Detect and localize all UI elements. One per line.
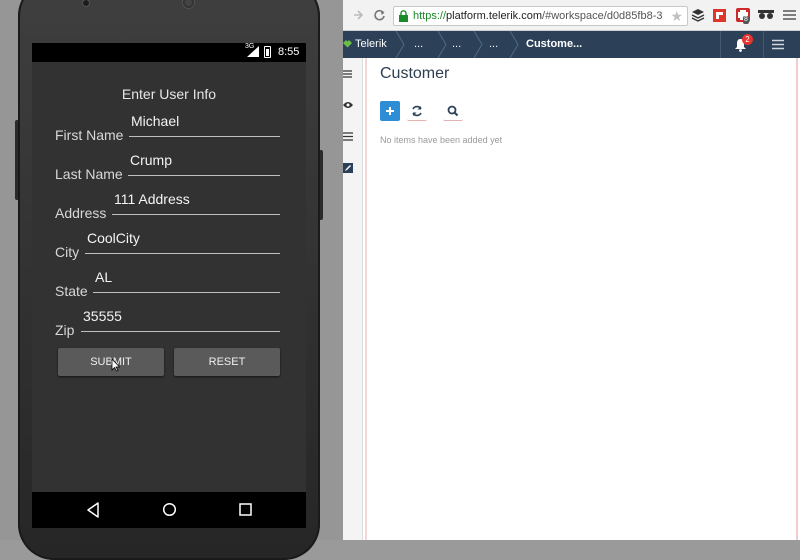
- back-icon[interactable]: [86, 502, 100, 518]
- panel-border: [365, 58, 367, 540]
- buffer-extension-icon[interactable]: [691, 8, 705, 23]
- earpiece-speaker: [182, 0, 195, 9]
- android-nav-bar: [32, 492, 306, 528]
- zip-input[interactable]: 35555: [81, 306, 280, 332]
- city-label: City: [55, 244, 80, 260]
- city-input[interactable]: CoolCity: [85, 228, 280, 254]
- emulator-area: 3G 8:55 Enter User Info First Name Micha…: [0, 0, 343, 560]
- status-time: 8:55: [278, 46, 300, 58]
- signal-icon: [247, 46, 259, 57]
- first-name-row: First Name Michael: [55, 113, 288, 143]
- extension-badge-count: 8: [743, 16, 749, 24]
- home-icon[interactable]: [162, 502, 177, 517]
- reload-icon[interactable]: [373, 9, 386, 22]
- hamburger-menu-icon[interactable]: [772, 39, 784, 50]
- breadcrumb-telerik[interactable]: Telerik: [355, 31, 387, 58]
- url-text: https://platform.telerik.com/#workspace/…: [413, 10, 663, 22]
- form-title: Enter User Info: [121, 86, 217, 102]
- list-icon[interactable]: [343, 132, 353, 141]
- last-name-input[interactable]: Crump: [128, 150, 280, 176]
- lock-icon: [399, 10, 408, 22]
- bookmark-star-icon[interactable]: ★: [670, 8, 683, 25]
- workspace-content: Customer No items have been added yet: [343, 58, 800, 540]
- refresh-button[interactable]: [407, 101, 427, 121]
- browser-toolbar: https://platform.telerik.com/#workspace/…: [343, 0, 800, 31]
- front-camera: [82, 0, 90, 7]
- add-item-button[interactable]: [380, 101, 400, 121]
- workspace-sidebar: [343, 58, 363, 540]
- chrome-menu-icon[interactable]: [783, 9, 796, 21]
- telerik-top-nav: Telerik ... ... ... Custome... 2: [343, 31, 800, 58]
- address-row: Address 111 Address: [55, 191, 288, 221]
- forward-icon[interactable]: [351, 8, 365, 22]
- search-button[interactable]: [443, 101, 463, 121]
- city-row: City CoolCity: [55, 230, 288, 260]
- recents-icon[interactable]: [239, 502, 252, 517]
- telerik-logo-icon: [343, 40, 352, 48]
- search-icon: [447, 105, 459, 117]
- menu-icon[interactable]: [343, 70, 352, 78]
- zip-label: Zip: [55, 322, 75, 338]
- state-input[interactable]: AL: [93, 267, 280, 293]
- last-name-label: Last Name: [55, 166, 123, 182]
- notification-count-badge: 2: [742, 34, 753, 45]
- nav-divider: [720, 31, 721, 58]
- user-info-form: Enter User Info First Name Michael Last …: [32, 62, 306, 492]
- address-input[interactable]: 111 Address: [112, 189, 280, 215]
- eye-icon[interactable]: [343, 101, 353, 109]
- page-title: Customer: [380, 65, 450, 82]
- incognito-glasses-icon[interactable]: [758, 10, 774, 20]
- breadcrumb-separator-icon: [473, 31, 483, 58]
- first-name-label: First Name: [55, 127, 124, 143]
- state-row: State AL: [55, 269, 288, 299]
- status-bar: 3G 8:55: [32, 43, 306, 62]
- address-bar[interactable]: https://platform.telerik.com/#workspace/…: [393, 6, 688, 26]
- panel-border: [796, 58, 798, 540]
- breadcrumb-separator-icon: [437, 31, 447, 58]
- breadcrumb-current[interactable]: Custome...: [526, 31, 582, 58]
- last-name-row: Last Name Crump: [55, 152, 288, 182]
- edit-pencil-icon[interactable]: [343, 163, 353, 173]
- flipboard-extension-icon[interactable]: [713, 9, 726, 22]
- browser-window: https://platform.telerik.com/#workspace/…: [343, 0, 800, 540]
- reset-button[interactable]: RESET: [174, 348, 280, 376]
- breadcrumb-separator-icon: [395, 31, 405, 58]
- breadcrumb-item[interactable]: ...: [414, 31, 423, 58]
- empty-state-message: No items have been added yet: [380, 135, 503, 145]
- plus-icon: [386, 107, 394, 115]
- zip-row: Zip 35555: [55, 308, 288, 338]
- nav-divider: [763, 31, 764, 58]
- device-screen: 3G 8:55 Enter User Info First Name Micha…: [32, 43, 306, 528]
- refresh-icon: [412, 105, 422, 117]
- breadcrumb-separator-icon: [509, 31, 519, 58]
- battery-icon: [264, 46, 271, 58]
- mouse-pointer-icon: [111, 358, 120, 372]
- breadcrumb-item[interactable]: ...: [452, 31, 461, 58]
- state-label: State: [55, 283, 88, 299]
- breadcrumb-item[interactable]: ...: [489, 31, 498, 58]
- extension-badge-icon[interactable]: 8: [736, 8, 750, 24]
- first-name-input[interactable]: Michael: [129, 111, 280, 137]
- address-label: Address: [55, 205, 107, 221]
